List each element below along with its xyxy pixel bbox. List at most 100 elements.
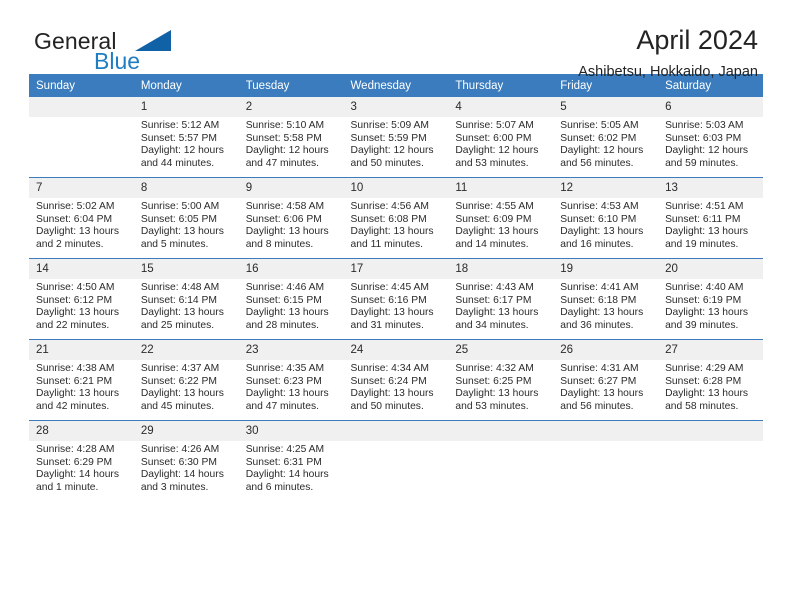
calendar-day-cell[interactable]: 23 Sunrise: 4:35 AM Sunset: 6:23 PM Dayligh… — [238, 339, 344, 421]
calendar-day-cell[interactable]: 16 Sunrise: 4:46 AM Sunset: 6:15 PM Dayligh… — [238, 258, 344, 340]
weekday-header-thursday: Thursday — [448, 74, 554, 97]
day-number: 16 — [238, 259, 344, 279]
day-details: Sunrise: 5:10 AM Sunset: 5:58 PM Daylight:… — [239, 117, 344, 170]
calendar-day-cell[interactable]: 3 Sunrise: 5:09 AM Sunset: 5:59 PM Daylight… — [343, 97, 449, 178]
day-details: Sunrise: 5:05 AM Sunset: 6:02 PM Daylight:… — [553, 117, 658, 170]
daylight-duration-line2: and 58 minutes. — [665, 400, 739, 412]
calendar-day-cell[interactable]: 21 Sunrise: 4:38 AM Sunset: 6:21 PM Dayligh… — [29, 339, 134, 421]
calendar-page: General Blue April 2024 Ashibetsu, Hokka… — [0, 0, 792, 612]
sunrise-time: Sunrise: 4:55 AM — [455, 201, 534, 212]
calendar-week-row: 7 Sunrise: 5:02 AM Sunset: 6:04 PM Daylight… — [29, 177, 763, 259]
day-number: 18 — [448, 259, 554, 279]
calendar-day-cell[interactable]: 22 Sunrise: 4:37 AM Sunset: 6:22 PM Dayligh… — [133, 339, 239, 421]
daylight-duration-line1: Daylight: 13 hours — [140, 307, 224, 319]
calendar-day-cell[interactable]: 6 Sunrise: 5:03 AM Sunset: 6:03 PM Daylight… — [658, 97, 763, 178]
day-number — [553, 421, 659, 441]
sunrise-time: Sunrise: 5:07 AM — [455, 120, 534, 131]
sunrise-time: Sunrise: 4:25 AM — [245, 444, 325, 455]
sunrise-time: Sunrise: 4:31 AM — [560, 363, 639, 374]
day-details: Sunrise: 4:25 AM Sunset: 6:31 PM Daylight:… — [239, 441, 344, 494]
sunrise-time: Sunrise: 4:26 AM — [140, 444, 220, 455]
calendar-day-cell[interactable]: 28 Sunrise: 4:28 AM Sunset: 6:29 PM Dayligh… — [29, 420, 134, 501]
calendar-day-cell[interactable]: 20 Sunrise: 4:40 AM Sunset: 6:19 PM Dayligh… — [658, 258, 763, 340]
daylight-duration-line1: Daylight: 13 hours — [350, 388, 434, 400]
sunset-time: Sunset: 6:02 PM — [560, 132, 637, 144]
page-title: April 2024 — [636, 25, 758, 55]
sunrise-time: Sunrise: 4:35 AM — [245, 363, 325, 374]
day-details: Sunrise: 4:31 AM Sunset: 6:27 PM Daylight:… — [553, 360, 658, 413]
calendar-day-cell[interactable]: 1 Sunrise: 5:12 AM Sunset: 5:57 PM Daylight… — [133, 97, 239, 178]
sunrise-time: Sunrise: 5:03 AM — [665, 120, 744, 131]
calendar-day-cell[interactable]: 11 Sunrise: 4:55 AM Sunset: 6:09 PM Dayligh… — [448, 177, 554, 259]
sunrise-time: Sunrise: 4:29 AM — [665, 363, 744, 374]
sunset-time: Sunset: 6:04 PM — [36, 213, 113, 225]
daylight-duration-line1: Daylight: 12 hours — [245, 145, 329, 157]
daylight-duration-line1: Daylight: 12 hours — [560, 145, 644, 157]
daylight-duration-line2: and 50 minutes. — [350, 400, 424, 412]
daylight-duration-line2: and 6 minutes. — [245, 481, 314, 493]
daylight-duration-line1: Daylight: 13 hours — [560, 226, 644, 238]
daylight-duration-line2: and 11 minutes. — [350, 238, 424, 250]
calendar-day-cell[interactable]: 24 Sunrise: 4:34 AM Sunset: 6:24 PM Dayligh… — [343, 339, 449, 421]
calendar-day-cell[interactable]: 10 Sunrise: 4:56 AM Sunset: 6:08 PM Dayligh… — [343, 177, 449, 259]
calendar-day-cell[interactable]: 14 Sunrise: 4:50 AM Sunset: 6:12 PM Dayligh… — [29, 258, 134, 340]
sunrise-time: Sunrise: 4:43 AM — [455, 282, 534, 293]
sunrise-time: Sunrise: 4:34 AM — [350, 363, 429, 374]
sunset-time: Sunset: 6:16 PM — [350, 294, 427, 306]
daylight-duration-line2: and 2 minutes. — [36, 238, 104, 250]
calendar-day-cell[interactable]: 4 Sunrise: 5:07 AM Sunset: 6:00 PM Daylight… — [448, 97, 554, 178]
calendar-day-cell[interactable]: 9 Sunrise: 4:58 AM Sunset: 6:06 PM Daylight… — [238, 177, 344, 259]
daylight-duration-line1: Daylight: 13 hours — [36, 388, 119, 400]
daylight-duration-line2: and 25 minutes. — [140, 319, 215, 331]
calendar-day-cell[interactable]: 12 Sunrise: 4:53 AM Sunset: 6:10 PM Dayligh… — [553, 177, 659, 259]
day-number: 7 — [29, 178, 134, 198]
day-details: Sunrise: 4:53 AM Sunset: 6:10 PM Daylight:… — [553, 198, 658, 251]
daylight-duration-line2: and 50 minutes. — [350, 157, 424, 169]
sunrise-time: Sunrise: 4:38 AM — [36, 363, 115, 374]
daylight-duration-line2: and 53 minutes. — [455, 400, 529, 412]
calendar-week-row: 28 Sunrise: 4:28 AM Sunset: 6:29 PM Dayligh… — [29, 420, 763, 501]
daylight-duration-line1: Daylight: 13 hours — [350, 226, 434, 238]
calendar-day-cell[interactable]: 29 Sunrise: 4:26 AM Sunset: 6:30 PM Dayligh… — [133, 420, 239, 501]
daylight-duration-line2: and 56 minutes. — [560, 157, 634, 169]
day-number: 25 — [448, 340, 554, 360]
daylight-duration-line2: and 45 minutes. — [140, 400, 215, 412]
day-details: Sunrise: 4:46 AM Sunset: 6:15 PM Daylight:… — [239, 279, 344, 332]
sunset-time: Sunset: 6:24 PM — [350, 375, 427, 387]
day-number: 26 — [553, 340, 659, 360]
calendar-day-cell[interactable]: 26 Sunrise: 4:31 AM Sunset: 6:27 PM Dayligh… — [553, 339, 659, 421]
calendar-day-cell[interactable]: 18 Sunrise: 4:43 AM Sunset: 6:17 PM Dayligh… — [448, 258, 554, 340]
sunset-time: Sunset: 6:06 PM — [245, 213, 322, 225]
calendar-day-cell[interactable]: 30 Sunrise: 4:25 AM Sunset: 6:31 PM Dayligh… — [238, 420, 344, 501]
sunset-time: Sunset: 6:05 PM — [140, 213, 217, 225]
calendar-day-cell[interactable]: 5 Sunrise: 5:05 AM Sunset: 6:02 PM Daylight… — [553, 97, 659, 178]
calendar-day-cell[interactable]: 8 Sunrise: 5:00 AM Sunset: 6:05 PM Daylight… — [133, 177, 239, 259]
sunset-time: Sunset: 5:59 PM — [350, 132, 427, 144]
day-number: 9 — [238, 178, 344, 198]
calendar-day-cell[interactable]: 7 Sunrise: 5:02 AM Sunset: 6:04 PM Daylight… — [29, 177, 134, 259]
sunrise-time: Sunrise: 4:48 AM — [140, 282, 220, 293]
day-number: 30 — [238, 421, 344, 441]
daylight-duration-line1: Daylight: 13 hours — [36, 226, 119, 238]
daylight-duration-line2: and 47 minutes. — [245, 157, 319, 169]
calendar-day-cell[interactable]: 13 Sunrise: 4:51 AM Sunset: 6:11 PM Dayligh… — [658, 177, 763, 259]
daylight-duration-line1: Daylight: 13 hours — [665, 307, 749, 319]
calendar-day-cell[interactable]: 27 Sunrise: 4:29 AM Sunset: 6:28 PM Dayligh… — [658, 339, 763, 421]
calendar-day-cell[interactable]: 15 Sunrise: 4:48 AM Sunset: 6:14 PM Dayligh… — [133, 258, 239, 340]
calendar-cell-empty — [448, 420, 554, 501]
calendar-day-cell[interactable]: 25 Sunrise: 4:32 AM Sunset: 6:25 PM Dayligh… — [448, 339, 554, 421]
sunset-time: Sunset: 6:15 PM — [245, 294, 322, 306]
day-number: 3 — [343, 97, 449, 117]
general-blue-logo[interactable]: General Blue — [34, 28, 214, 78]
day-details: Sunrise: 4:56 AM Sunset: 6:08 PM Daylight:… — [344, 198, 449, 251]
day-number: 1 — [133, 97, 239, 117]
daylight-duration-line1: Daylight: 13 hours — [140, 226, 224, 238]
day-details: Sunrise: 5:07 AM Sunset: 6:00 PM Daylight:… — [448, 117, 553, 170]
calendar-day-cell[interactable]: 2 Sunrise: 5:10 AM Sunset: 5:58 PM Daylight… — [238, 97, 344, 178]
day-details: Sunrise: 4:50 AM Sunset: 6:12 PM Daylight:… — [29, 279, 134, 332]
calendar-day-cell[interactable]: 17 Sunrise: 4:45 AM Sunset: 6:16 PM Dayligh… — [343, 258, 449, 340]
daylight-duration-line1: Daylight: 12 hours — [455, 145, 539, 157]
day-details: Sunrise: 4:32 AM Sunset: 6:25 PM Daylight:… — [448, 360, 553, 413]
calendar-day-cell[interactable]: 19 Sunrise: 4:41 AM Sunset: 6:18 PM Dayligh… — [553, 258, 659, 340]
sunrise-time: Sunrise: 5:02 AM — [36, 201, 115, 212]
